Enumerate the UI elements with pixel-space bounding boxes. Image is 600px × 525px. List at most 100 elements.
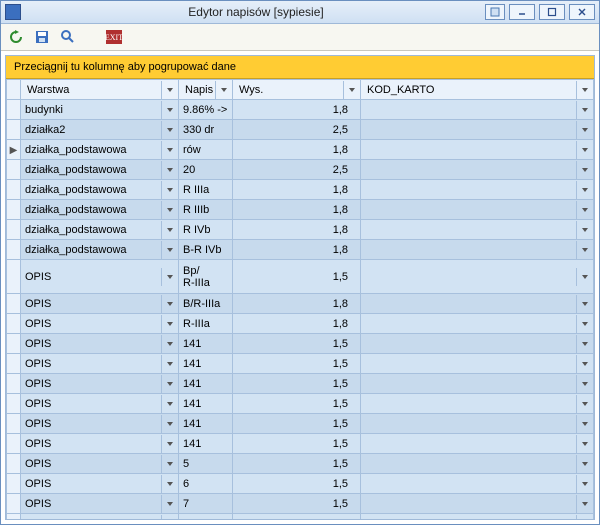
cell-wys[interactable]: 1,5 <box>233 260 361 294</box>
minimize-button[interactable] <box>509 4 535 20</box>
save-button[interactable] <box>33 28 51 46</box>
table-row[interactable]: OPIS1411,5 <box>7 334 594 354</box>
cell-wys[interactable]: 1,5 <box>233 454 361 474</box>
cell-napis[interactable]: 5 <box>179 454 233 474</box>
cell-napis[interactable]: B/R-IIIa <box>179 294 233 314</box>
table-row[interactable]: OPIS1411,5 <box>7 434 594 454</box>
cell-dropdown-icon[interactable] <box>576 295 593 313</box>
table-row[interactable]: OPIS1411,5 <box>7 354 594 374</box>
table-row[interactable]: OPIS71,5 <box>7 494 594 514</box>
cell-dropdown-icon[interactable] <box>576 375 593 393</box>
cell-napis[interactable]: 20 <box>179 160 233 180</box>
cell-dropdown-icon[interactable] <box>161 141 178 159</box>
cell-dropdown-icon[interactable] <box>576 121 593 139</box>
cell-warstwa[interactable]: OPIS <box>21 454 179 474</box>
cell-warstwa[interactable]: OPIS <box>21 260 179 294</box>
table-row[interactable]: OPISR-IIIa1,8 <box>7 314 594 334</box>
group-by-hint[interactable]: Przeciągnij tu kolumnę aby pogrupować da… <box>6 56 594 79</box>
cell-dropdown-icon[interactable] <box>576 455 593 473</box>
table-row[interactable]: budynki9.86% ->1,8 <box>7 100 594 120</box>
cell-warstwa[interactable]: budynki <box>21 100 179 120</box>
cell-warstwa[interactable]: działka2 <box>21 120 179 140</box>
maximize-button[interactable] <box>539 4 565 20</box>
cell-dropdown-icon[interactable] <box>161 268 178 286</box>
cell-warstwa[interactable]: OPIS <box>21 434 179 454</box>
cell-napis[interactable]: 9.86% -> <box>179 100 233 120</box>
cell-dropdown-icon[interactable] <box>161 315 178 333</box>
cell-dropdown-icon[interactable] <box>576 241 593 259</box>
cell-dropdown-icon[interactable] <box>576 201 593 219</box>
grid-scroll[interactable]: Warstwa Napis Wys. KOD_KARTO budynki9.86… <box>6 79 594 519</box>
cell-warstwa[interactable]: OPIS <box>21 354 179 374</box>
cell-dropdown-icon[interactable] <box>576 475 593 493</box>
cell-wys[interactable]: 1,8 <box>233 200 361 220</box>
cell-wys[interactable]: 1,5 <box>233 494 361 514</box>
cell-dropdown-icon[interactable] <box>576 315 593 333</box>
cell-dropdown-icon[interactable] <box>161 101 178 119</box>
table-row[interactable]: OPISBp/ R-IIIa1,5 <box>7 260 594 294</box>
cell-dropdown-icon[interactable] <box>576 181 593 199</box>
filter-dropdown-icon[interactable] <box>161 81 178 99</box>
cell-warstwa[interactable]: OPIS <box>21 334 179 354</box>
cell-dropdown-icon[interactable] <box>576 395 593 413</box>
search-button[interactable] <box>59 28 77 46</box>
cell-wys[interactable]: 1,8 <box>233 140 361 160</box>
cell-kod-karto[interactable] <box>361 314 594 334</box>
cell-dropdown-icon[interactable] <box>161 121 178 139</box>
cell-dropdown-icon[interactable] <box>161 221 178 239</box>
cell-dropdown-icon[interactable] <box>161 435 178 453</box>
cell-warstwa[interactable]: działka_podstawowa <box>21 240 179 260</box>
cell-dropdown-icon[interactable] <box>161 181 178 199</box>
cell-wys[interactable]: 1,5 <box>233 474 361 494</box>
cell-wys[interactable]: 1,8 <box>233 100 361 120</box>
cell-kod-karto[interactable] <box>361 394 594 414</box>
cell-dropdown-icon[interactable] <box>161 395 178 413</box>
cell-kod-karto[interactable] <box>361 294 594 314</box>
cell-warstwa[interactable]: działka_podstawowa <box>21 160 179 180</box>
table-row[interactable]: OPIS81,5 <box>7 514 594 520</box>
cell-napis[interactable]: R-IIIa <box>179 314 233 334</box>
cell-dropdown-icon[interactable] <box>576 161 593 179</box>
cell-wys[interactable]: 1,5 <box>233 414 361 434</box>
cell-kod-karto[interactable] <box>361 160 594 180</box>
cell-napis[interactable]: R IIIb <box>179 200 233 220</box>
cell-kod-karto[interactable] <box>361 334 594 354</box>
close-button[interactable] <box>569 4 595 20</box>
cell-warstwa[interactable]: OPIS <box>21 294 179 314</box>
column-header-kod-karto[interactable]: KOD_KARTO <box>361 80 594 100</box>
cell-warstwa[interactable]: OPIS <box>21 394 179 414</box>
cell-dropdown-icon[interactable] <box>161 241 178 259</box>
column-header-wys[interactable]: Wys. <box>233 80 361 100</box>
cell-dropdown-icon[interactable] <box>161 515 178 520</box>
titlebar[interactable]: Edytor napisów [sypiesie] <box>1 1 599 24</box>
cell-dropdown-icon[interactable] <box>576 415 593 433</box>
refresh-button[interactable] <box>7 28 25 46</box>
table-row[interactable]: OPIS1411,5 <box>7 394 594 414</box>
cell-wys[interactable]: 1,8 <box>233 180 361 200</box>
cell-napis[interactable]: 141 <box>179 354 233 374</box>
table-row[interactable]: działka_podstawowaR IIIa1,8 <box>7 180 594 200</box>
cell-napis[interactable]: rów <box>179 140 233 160</box>
cell-dropdown-icon[interactable] <box>161 495 178 513</box>
cell-napis[interactable]: 141 <box>179 334 233 354</box>
cell-napis[interactable]: 141 <box>179 374 233 394</box>
cell-kod-karto[interactable] <box>361 454 594 474</box>
cell-kod-karto[interactable] <box>361 434 594 454</box>
cell-dropdown-icon[interactable] <box>576 335 593 353</box>
cell-napis[interactable]: R IIIa <box>179 180 233 200</box>
cell-dropdown-icon[interactable] <box>576 101 593 119</box>
cell-kod-karto[interactable] <box>361 494 594 514</box>
cell-dropdown-icon[interactable] <box>576 435 593 453</box>
cell-wys[interactable]: 1,8 <box>233 240 361 260</box>
cell-dropdown-icon[interactable] <box>161 355 178 373</box>
cell-dropdown-icon[interactable] <box>576 355 593 373</box>
filter-dropdown-icon[interactable] <box>215 81 232 99</box>
cell-kod-karto[interactable] <box>361 240 594 260</box>
table-row[interactable]: działka_podstawowaR IVb1,8 <box>7 220 594 240</box>
cell-dropdown-icon[interactable] <box>161 201 178 219</box>
cell-dropdown-icon[interactable] <box>161 455 178 473</box>
table-row[interactable]: OPIS61,5 <box>7 474 594 494</box>
cell-wys[interactable]: 1,8 <box>233 220 361 240</box>
cell-dropdown-icon[interactable] <box>161 415 178 433</box>
cell-napis[interactable]: 141 <box>179 414 233 434</box>
